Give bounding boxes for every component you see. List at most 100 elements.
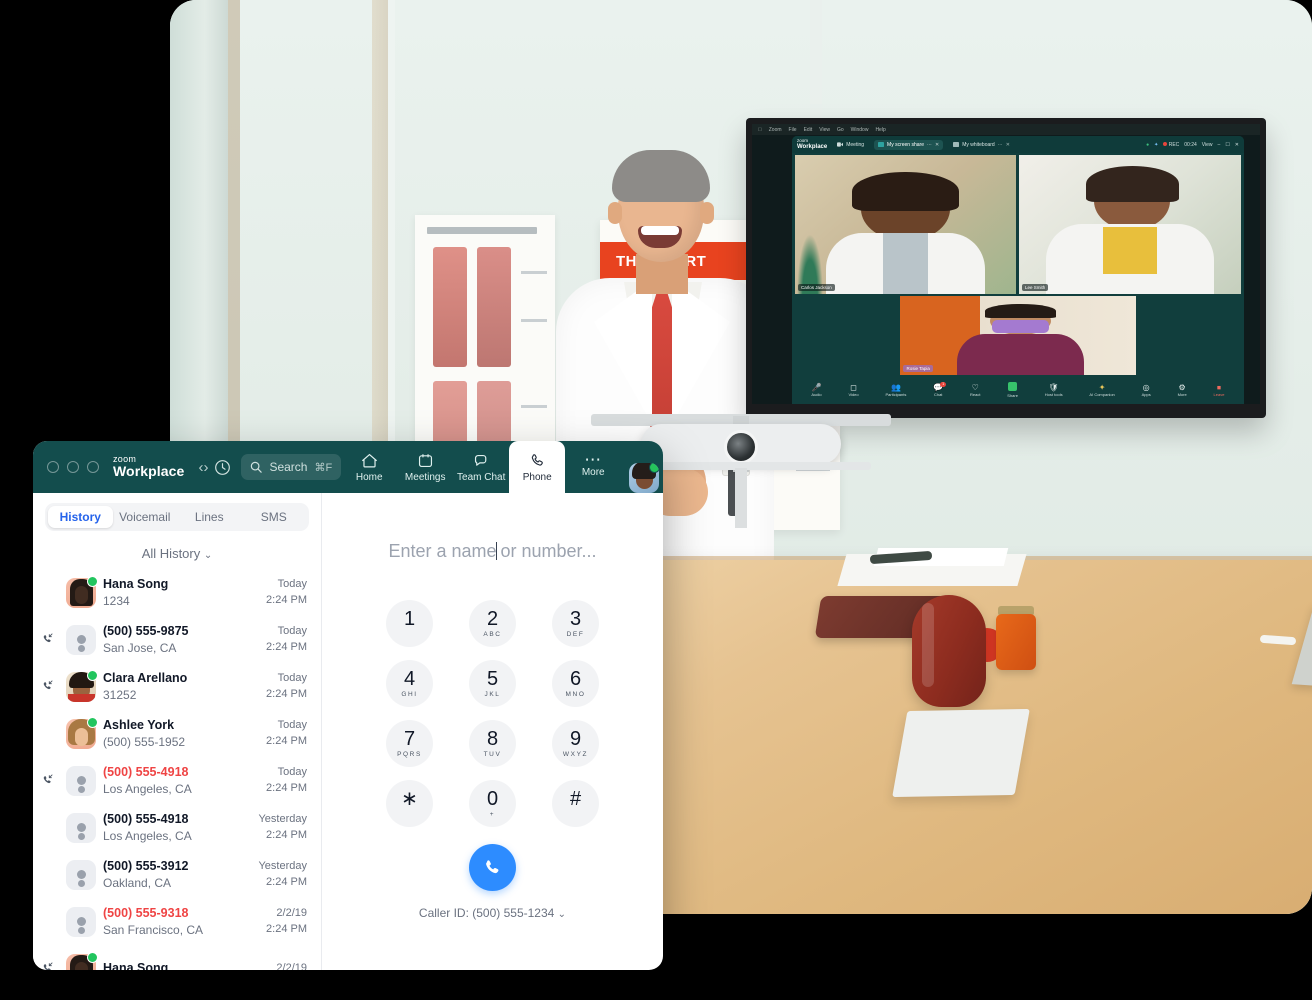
sidebar-tab-lines[interactable]: Lines	[177, 506, 242, 528]
search-input[interactable]: Search ⌘F	[241, 454, 342, 480]
meeting-toolbar: 🎤 Audio ◻ Video 👥 Participants 💬 1 Chat ♡ Reac…	[792, 377, 1244, 404]
dialpad-key-5[interactable]: 5 JKL	[469, 660, 516, 707]
toolbar-video-button[interactable]: ◻ Video	[848, 383, 858, 398]
window-minimize-button[interactable]	[67, 461, 79, 473]
call-subtitle: Los Angeles, CA	[103, 781, 192, 796]
menubar-item[interactable]: Zoom	[769, 127, 782, 133]
dialpad-key-6[interactable]: 6 MNO	[552, 660, 599, 707]
call-history-row[interactable]: (500) 555-4918 Los Angeles, CA Yesterday 2:…	[33, 804, 321, 851]
zoom-meeting-window: zoom Workplace Meeting My screen share ⋯…	[792, 136, 1244, 404]
presence-indicator	[649, 463, 660, 473]
dialpad-key-∗[interactable]: ∗	[386, 780, 433, 827]
dialpad-key-number: #	[569, 788, 582, 810]
window-close-icon: ✕	[1234, 141, 1239, 148]
call-history-row[interactable]: (500) 555-9875 San Jose, CA Today 2:24 PM	[33, 616, 321, 663]
toolbar-share-button[interactable]: Share	[1007, 382, 1018, 399]
call-history-row[interactable]: (500) 555-9318 San Francisco, CA 2/2/19 2:2…	[33, 898, 321, 945]
video-icon	[837, 142, 844, 147]
meeting-tab-whiteboard[interactable]: My whiteboard ⋯ ✕	[949, 140, 1014, 150]
app-content: History Voicemail Lines SMS All History …	[33, 493, 663, 970]
share-screen-icon	[1007, 382, 1018, 393]
call-meta: (500) 555-4918 Los Angeles, CA	[103, 811, 251, 844]
search-placeholder: Search	[269, 460, 308, 474]
window-close-button[interactable]	[47, 461, 59, 473]
call-meta: Clara Arellano 31252	[103, 670, 259, 703]
sidebar-tab-voicemail[interactable]: Voicemail	[113, 506, 178, 528]
user-avatar[interactable]	[629, 463, 660, 493]
window-traffic-lights[interactable]	[47, 461, 99, 473]
dialpad-key-0[interactable]: 0 +	[469, 780, 516, 827]
tab-phone[interactable]: Phone	[509, 441, 566, 493]
dialpad-key-number: 7	[403, 728, 416, 750]
dialpad-key-1[interactable]: 1	[386, 600, 433, 647]
menubar-item[interactable]: Edit	[804, 127, 813, 133]
dialpad-key-#[interactable]: #	[552, 780, 599, 827]
participant-name: Carlos Jackson	[798, 283, 835, 291]
toolbar-react-button[interactable]: ♡ React	[970, 383, 980, 398]
call-timestamp: Today 2:24 PM	[266, 671, 307, 702]
call-meta: Hana Song	[103, 960, 269, 970]
meeting-tab-meeting[interactable]: Meeting	[833, 140, 868, 150]
call-history-row[interactable]: Clara Arellano 31252 Today 2:24 PM	[33, 663, 321, 710]
meeting-tab-screen-share[interactable]: My screen share ⋯ ✕	[874, 139, 944, 150]
dialpad-key-letters: +	[489, 811, 496, 818]
presence-indicator	[87, 716, 98, 728]
menubar-item[interactable]: File	[789, 127, 797, 133]
call-date: 2/2/19	[276, 961, 307, 970]
history-filter-dropdown[interactable]: All History ⌄	[33, 537, 321, 569]
sidebar-tab-history[interactable]: History	[48, 506, 113, 528]
window-zoom-button[interactable]	[87, 461, 99, 473]
call-subtitle: 1234	[103, 593, 130, 608]
menubar-item[interactable]: Go	[837, 127, 844, 133]
toolbar-more-button[interactable]: ⚙ More	[1178, 383, 1187, 398]
menubar-item[interactable]: Help	[875, 127, 885, 133]
call-history-row[interactable]: Ashlee York (500) 555-1952 Today 2:24 PM	[33, 710, 321, 757]
tab-label: More	[581, 467, 605, 478]
toolbar-participants-button[interactable]: 👥 Participants	[885, 383, 906, 398]
call-meta: (500) 555-3912 Oakland, CA	[103, 858, 251, 891]
dialpad-key-number: 9	[569, 728, 582, 750]
call-button[interactable]	[469, 844, 516, 891]
call-history-row[interactable]: Hana Song 2/2/19	[33, 945, 321, 970]
call-title: (500) 555-4918	[103, 764, 189, 779]
menubar-item[interactable]: View	[819, 127, 830, 133]
toolbar-apps-button[interactable]: ◎ Apps	[1142, 383, 1151, 398]
dialpad-key-9[interactable]: 9 WXYZ	[552, 720, 599, 767]
call-time: 2:24 PM	[266, 781, 307, 794]
toolbar-host-tools-button[interactable]: 🛡 Host tools	[1045, 383, 1063, 398]
generic-contact-avatar	[66, 906, 96, 937]
call-history-row[interactable]: Hana Song 1234 Today 2:24 PM	[33, 569, 321, 616]
sidebar-tab-sms[interactable]: SMS	[242, 506, 307, 528]
dialpad-key-letters: MNO	[565, 691, 586, 698]
tab-home[interactable]: Home	[341, 441, 397, 493]
history-icon[interactable]	[214, 459, 231, 476]
call-history-row[interactable]: (500) 555-4918 Los Angeles, CA Today 2:24 P…	[33, 757, 321, 804]
participant-tile[interactable]: Carlos Jackson	[795, 155, 1016, 294]
call-history-list[interactable]: Hana Song 1234 Today 2:24 PM (500) 555-9875 S…	[33, 569, 321, 970]
dialpad-key-3[interactable]: 3 DEF	[552, 600, 599, 647]
toolbar-chat-button[interactable]: 💬 1 Chat	[933, 381, 947, 398]
participant-tile[interactable]: Rosie Tapia	[900, 295, 1136, 375]
participant-tile[interactable]: Lee Smith	[1019, 155, 1241, 294]
toolbar-audio-button[interactable]: 🎤 Audio	[811, 383, 821, 398]
participant-grid: Carlos Jackson Lee Smith Rosie Tapia	[792, 153, 1244, 377]
forward-button[interactable]: ›	[203, 459, 208, 476]
dialpad-input[interactable]: Enter a name or number...	[388, 541, 596, 562]
tab-team-chat[interactable]: Team Chat	[453, 441, 509, 493]
toolbar-leave-button[interactable]: ⏹ Leave	[1214, 383, 1225, 398]
dialpad-key-8[interactable]: 8 TUV	[469, 720, 516, 767]
menubar-item[interactable]: Window	[851, 127, 869, 133]
dialpad-key-4[interactable]: 4 GHI	[386, 660, 433, 707]
camera-stand-pole	[735, 468, 747, 528]
dialpad-keys[interactable]: 1 2 ABC 3 DEF 4 GHI 5 JKL 6 MNO 7 PQRS 8 TUV 9 WXYZ ∗ 0 + #	[378, 600, 608, 827]
tab-meetings[interactable]: Meetings	[397, 441, 453, 493]
dialpad-key-2[interactable]: 2 ABC	[469, 600, 516, 647]
call-history-row[interactable]: (500) 555-3912 Oakland, CA Yesterday 2:24 P…	[33, 851, 321, 898]
caller-id-selector[interactable]: Caller ID: (500) 555-1234 ⌄	[419, 906, 566, 920]
dialpad-key-7[interactable]: 7 PQRS	[386, 720, 433, 767]
tab-more[interactable]: ⋯ More	[565, 441, 621, 493]
toolbar-ai-companion-button[interactable]: ✦ AI Companion	[1089, 383, 1114, 398]
menubar-apple-icon: 	[758, 127, 762, 133]
call-subtitle: San Jose, CA	[103, 640, 177, 655]
dialpad-key-number: 8	[486, 728, 499, 750]
